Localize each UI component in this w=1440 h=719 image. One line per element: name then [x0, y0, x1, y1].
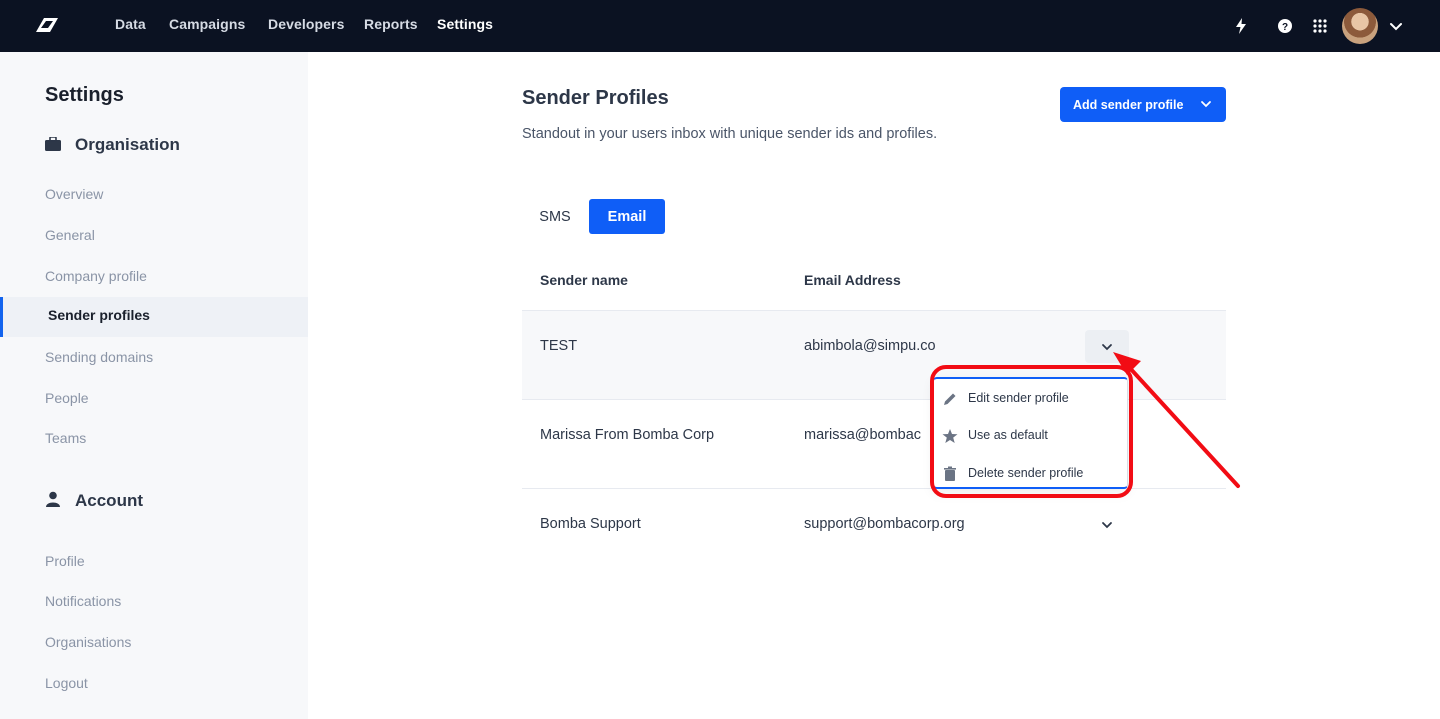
sidebar-item-overview[interactable]: Overview [45, 186, 103, 202]
column-header-sender-name[interactable]: Sender name [540, 272, 628, 288]
sidebar-item-notifications[interactable]: Notifications [45, 593, 121, 609]
sidebar-item-people[interactable]: People [45, 390, 89, 406]
sidebar-item-teams[interactable]: Teams [45, 430, 86, 446]
table-cell-email: abimbola@simpu.co [804, 338, 936, 354]
page-title: Sender Profiles [522, 87, 669, 109]
sidebar-item-general[interactable]: General [45, 227, 95, 243]
nav-link-campaigns[interactable]: Campaigns [169, 16, 245, 32]
briefcase-icon [45, 137, 61, 151]
chevron-down-icon[interactable] [1386, 16, 1406, 36]
user-avatar[interactable] [1342, 8, 1378, 44]
user-icon [46, 491, 60, 507]
table-cell-sender-name: Bomba Support [540, 516, 641, 532]
tab-email[interactable]: Email [589, 199, 665, 234]
table-cell-sender-name: TEST [540, 338, 578, 354]
chevron-down-icon[interactable] [1097, 515, 1117, 535]
help-icon[interactable]: ? [1275, 16, 1295, 36]
svg-text:?: ? [1282, 22, 1288, 33]
sidebar-section-account: Account [45, 491, 143, 511]
sidebar-item-organisations[interactable]: Organisations [45, 634, 131, 650]
nav-link-settings[interactable]: Settings [437, 16, 493, 32]
add-sender-profile-button[interactable]: Add sender profile [1060, 87, 1226, 122]
nav-link-developers[interactable]: Developers [268, 16, 344, 32]
simpu-logo-icon[interactable] [32, 14, 60, 36]
table-cell-email: support@bombacorp.org [804, 516, 965, 532]
sidebar-item-sender-profiles[interactable]: Sender profiles [48, 307, 150, 323]
nav-link-reports[interactable]: Reports [364, 16, 418, 32]
page-subtitle: Standout in your users inbox with unique… [522, 126, 938, 142]
column-header-email-address[interactable]: Email Address [804, 272, 901, 288]
apps-grid-icon[interactable] [1310, 16, 1330, 36]
chevron-down-icon [1102, 344, 1112, 351]
sidebar-section-organisation: Organisation [45, 135, 180, 155]
add-sender-profile-label: Add sender profile [1073, 97, 1184, 112]
sidebar-title: Settings [45, 84, 124, 106]
sidebar-section-label: Organisation [75, 135, 180, 154]
top-navigation-bar: Data Campaigns Developers Reports Settin… [0, 0, 1440, 52]
sidebar-section-label: Account [75, 491, 143, 510]
sidebar-active-indicator [0, 297, 308, 337]
sidebar-item-profile[interactable]: Profile [45, 553, 85, 569]
table-cell-sender-name: Marissa From Bomba Corp [540, 427, 715, 443]
lightning-icon[interactable] [1231, 16, 1251, 36]
chevron-down-icon [1201, 101, 1211, 108]
nav-link-data[interactable]: Data [115, 16, 146, 32]
annotation-highlight-box [930, 365, 1133, 498]
sidebar-item-company-profile[interactable]: Company profile [45, 268, 147, 284]
sidebar-item-sending-domains[interactable]: Sending domains [45, 349, 153, 365]
row-actions-button[interactable] [1085, 330, 1129, 363]
sidebar-item-logout[interactable]: Logout [45, 675, 88, 691]
table-cell-email: marissa@bombac [804, 427, 922, 443]
tab-sms[interactable]: SMS [530, 199, 580, 234]
